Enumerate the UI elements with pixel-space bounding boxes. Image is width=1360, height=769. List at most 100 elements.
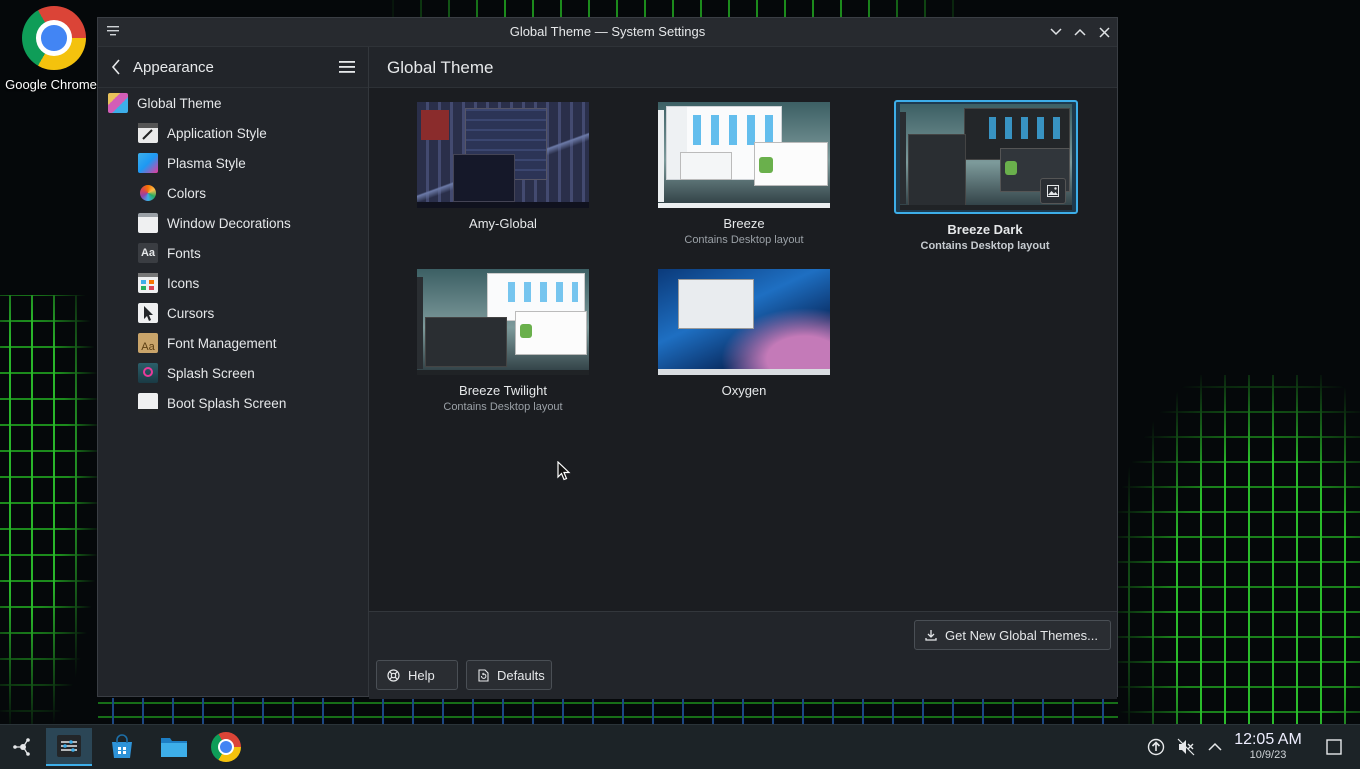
selected-theme-frame xyxy=(894,100,1078,214)
tray-expand[interactable] xyxy=(1205,737,1225,757)
sidebar-item-plasma-style[interactable]: Plasma Style xyxy=(98,148,408,178)
help-lifebuoy-icon xyxy=(387,668,400,682)
update-arrow-icon xyxy=(1147,738,1165,756)
sidebar-item-icons[interactable]: Icons xyxy=(98,268,408,298)
taskbar: 12:05 AM 10/9/23 xyxy=(0,724,1360,769)
hamburger-icon xyxy=(339,61,355,73)
help-button[interactable]: Help xyxy=(376,660,458,690)
window-title: Global Theme — System Settings xyxy=(509,24,706,39)
taskbar-discover[interactable] xyxy=(99,728,145,766)
application-style-icon xyxy=(138,123,158,143)
chrome-icon xyxy=(211,732,241,762)
chevron-up-icon xyxy=(1074,28,1086,36)
volume-muted-icon xyxy=(1177,738,1195,756)
desktop-icon-label: Google Chrome xyxy=(5,77,97,92)
launcher-icon xyxy=(13,738,30,756)
desktop-wallpaper-maze-right xyxy=(1118,375,1360,725)
global-theme-icon xyxy=(108,93,128,113)
theme-name: Breeze Dark xyxy=(947,222,1023,237)
window-titlebar[interactable]: Global Theme — System Settings xyxy=(98,18,1117,47)
colors-icon xyxy=(140,185,156,201)
theme-card-amy-global[interactable]: Amy-Global xyxy=(412,102,594,231)
taskbar-google-chrome[interactable] xyxy=(203,728,249,766)
sidebar-item-splash-screen[interactable]: Splash Screen xyxy=(98,358,408,388)
sidebar-title: Appearance xyxy=(133,59,214,76)
folder-icon xyxy=(161,738,187,757)
theme-subtitle: Contains Desktop layout xyxy=(443,401,563,413)
tray-updates[interactable] xyxy=(1146,737,1166,757)
main-panel: Global Theme Amy-Global Breeze Contains … xyxy=(369,47,1117,699)
theme-thumbnail xyxy=(658,269,830,375)
sidebar-item-application-style[interactable]: Application Style xyxy=(98,118,408,148)
back-button[interactable] xyxy=(108,57,126,77)
theme-subtitle: Contains Desktop layout xyxy=(684,234,804,246)
system-settings-icon xyxy=(57,735,81,757)
tray-volume[interactable] xyxy=(1176,737,1196,757)
page-title: Global Theme xyxy=(387,58,494,77)
sidebar-item-font-management[interactable]: Aa Font Management xyxy=(98,328,408,358)
document-revert-icon xyxy=(477,668,489,682)
theme-grid: Amy-Global Breeze Contains Desktop layou… xyxy=(369,88,1117,611)
theme-thumbnail xyxy=(417,269,589,375)
theme-name: Breeze xyxy=(723,216,765,231)
desktop-icon-google-chrome[interactable]: Google Chrome xyxy=(4,6,104,92)
chevron-left-icon xyxy=(111,59,120,75)
icons-icon xyxy=(138,273,158,293)
theme-card-breeze[interactable]: Breeze Contains Desktop layout xyxy=(653,102,835,246)
sidebar-item-global-theme[interactable]: Global Theme xyxy=(98,88,378,118)
sidebar-item-boot-splash-screen[interactable]: Boot Splash Screen xyxy=(98,388,408,418)
shopping-bag-icon xyxy=(112,734,132,758)
footer-bar: Get New Global Themes... Help Defaults xyxy=(369,611,1117,699)
desktop-wallpaper-maze-left xyxy=(0,295,98,725)
font-management-icon: Aa xyxy=(138,333,158,353)
theme-name: Oxygen xyxy=(721,383,767,398)
minimize-button[interactable] xyxy=(1047,23,1065,41)
close-icon xyxy=(1098,26,1110,38)
theme-subtitle: Contains Desktop layout xyxy=(920,240,1050,252)
theme-card-breeze-twilight[interactable]: Breeze Twilight Contains Desktop layout xyxy=(412,269,594,413)
chevron-down-icon xyxy=(1050,28,1062,36)
system-settings-window: Global Theme — System Settings Appearanc… xyxy=(97,17,1118,699)
taskbar-file-manager[interactable] xyxy=(151,728,197,766)
sidebar-item-window-decorations[interactable]: Window Decorations xyxy=(98,208,408,238)
sidebar-header: Appearance xyxy=(98,47,368,88)
get-new-global-themes-button[interactable]: Get New Global Themes... xyxy=(914,620,1111,650)
splash-screen-icon xyxy=(138,363,158,383)
fonts-icon: Aa xyxy=(138,243,158,263)
theme-card-oxygen[interactable]: Oxygen xyxy=(653,269,835,398)
window-decorations-icon xyxy=(138,213,158,233)
close-button[interactable] xyxy=(1095,23,1113,41)
desktop-wallpaper-maze-bottom xyxy=(98,698,1118,724)
download-icon xyxy=(925,629,937,641)
theme-name: Breeze Twilight xyxy=(459,383,547,398)
theme-thumbnail xyxy=(900,104,1072,210)
theme-name: Amy-Global xyxy=(469,216,537,231)
clock-date: 10/9/23 xyxy=(1249,749,1287,761)
sidebar-item-cursors[interactable]: Cursors xyxy=(98,298,408,328)
taskbar-clock[interactable]: 12:05 AM 10/9/23 xyxy=(1229,731,1307,761)
boot-splash-screen-icon xyxy=(138,393,158,413)
chrome-icon xyxy=(22,6,86,70)
sidebar: Appearance Global Theme Application Styl… xyxy=(98,47,369,696)
maximize-button[interactable] xyxy=(1071,23,1089,41)
sidebar-item-fonts[interactable]: Aa Fonts xyxy=(98,238,408,268)
theme-thumbnail xyxy=(658,102,830,208)
plasma-style-icon xyxy=(138,153,158,173)
application-launcher-button[interactable] xyxy=(0,728,46,766)
image-preview-icon xyxy=(1047,185,1059,197)
clock-time: 12:05 AM xyxy=(1234,731,1302,748)
theme-thumbnail xyxy=(417,102,589,208)
mouse-pointer-icon xyxy=(557,461,571,481)
theme-card-breeze-dark[interactable]: Breeze Dark Contains Desktop layout xyxy=(894,100,1078,252)
sidebar-item-colors[interactable]: Colors xyxy=(98,178,408,208)
desktop-icon xyxy=(1326,739,1342,755)
desktop-wallpaper-maze-top xyxy=(380,0,980,18)
defaults-button[interactable]: Defaults xyxy=(466,660,552,690)
show-desktop-button[interactable] xyxy=(1324,737,1344,757)
preview-theme-button[interactable] xyxy=(1040,178,1066,204)
taskbar-system-settings[interactable] xyxy=(46,728,92,766)
chevron-up-icon xyxy=(1208,742,1222,751)
main-header: Global Theme xyxy=(369,47,1117,88)
hamburger-menu-button[interactable] xyxy=(338,58,356,76)
cursors-icon xyxy=(138,303,158,323)
